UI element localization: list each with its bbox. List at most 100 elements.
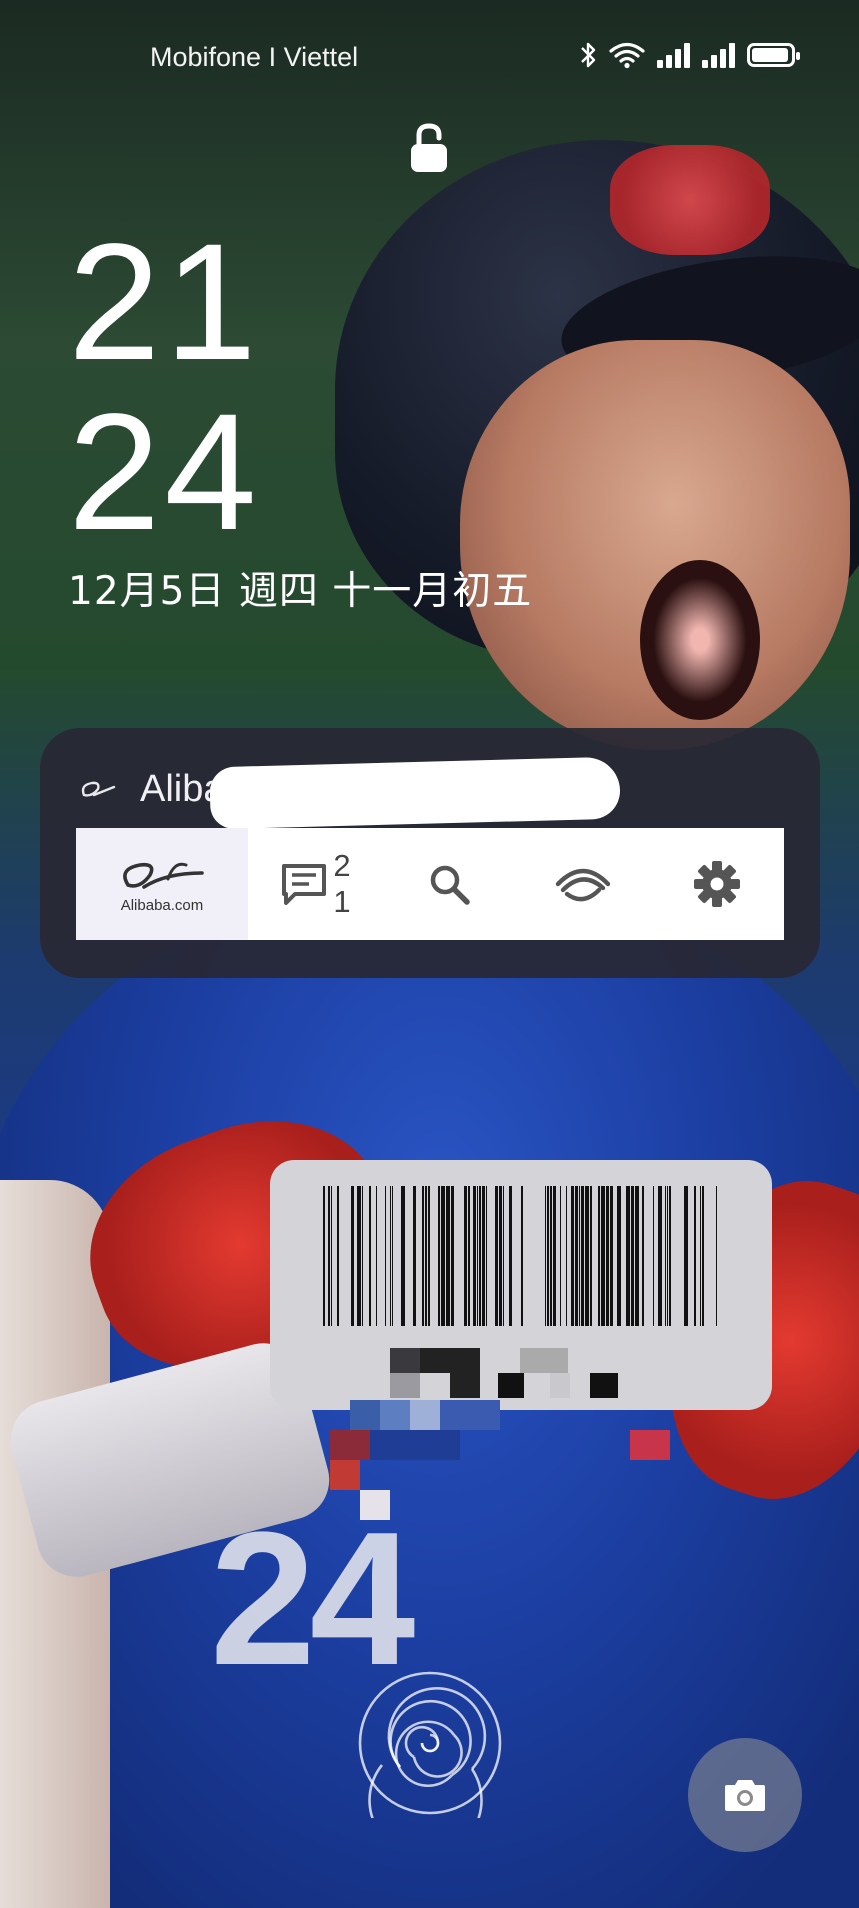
signal-icon	[657, 42, 690, 68]
barcode-icon	[323, 1186, 717, 1326]
barcode-bar	[413, 1186, 416, 1326]
clock-hours: 21	[68, 210, 261, 395]
barcode-bar	[425, 1186, 427, 1326]
barcode-bar	[626, 1186, 630, 1326]
search-icon	[430, 865, 470, 905]
barcode-bar	[509, 1186, 512, 1326]
barcode-bar	[553, 1186, 556, 1326]
status-bar: Mobifone I Viettel	[0, 0, 859, 110]
barcode-bar	[331, 1186, 332, 1326]
wifi-icon	[609, 42, 645, 69]
barcode-bar	[477, 1186, 478, 1326]
signal-icon	[702, 42, 735, 68]
barcode-bar	[545, 1186, 546, 1326]
search-button[interactable]	[382, 828, 516, 940]
barcode-bar	[385, 1186, 386, 1326]
barcode-bar	[468, 1186, 470, 1326]
gear-icon	[694, 861, 740, 907]
barcode-bar	[486, 1186, 487, 1326]
barcode-bar	[635, 1186, 639, 1326]
barcode-bar	[328, 1186, 330, 1326]
barcode-bar	[669, 1186, 671, 1326]
camera-button[interactable]	[688, 1738, 802, 1852]
messages-button[interactable]: 2 1	[248, 828, 382, 940]
messages-group: 2 1	[279, 848, 351, 920]
barcode-bar	[642, 1186, 644, 1326]
redaction-mark	[209, 756, 621, 830]
barcode-bar	[503, 1186, 504, 1326]
message-icon	[282, 864, 327, 905]
barcode-bar	[451, 1186, 454, 1326]
clock-minutes: 24	[68, 380, 261, 565]
barcode-bar	[464, 1186, 467, 1326]
barcode-card[interactable]	[270, 1160, 772, 1410]
barcode-bar	[667, 1186, 668, 1326]
lockscreen-date: 12月5日 週四 十一月初五	[68, 569, 533, 614]
barcode-bar	[665, 1186, 666, 1326]
barcode-bar	[479, 1186, 481, 1326]
barcode-bar	[606, 1186, 609, 1326]
barcode-bar	[446, 1186, 450, 1326]
wallpaper-helmet-logo	[610, 145, 770, 255]
barcode-bar	[495, 1186, 498, 1326]
barcode-bar	[473, 1186, 476, 1326]
barcode-bar	[376, 1186, 377, 1326]
barcode-bar	[653, 1186, 654, 1326]
barcode-bar	[441, 1186, 445, 1326]
barcode-bar	[700, 1186, 701, 1326]
message-count: 2 1	[333, 848, 350, 920]
settings-button[interactable]	[650, 828, 784, 940]
barcode-bar	[422, 1186, 424, 1326]
camera-icon	[725, 1780, 765, 1811]
barcode-bar	[617, 1186, 621, 1326]
message-count-line2: 1	[333, 884, 351, 919]
alibaba-home-button[interactable]: Alibaba.com	[76, 828, 248, 940]
barcode-bar	[601, 1186, 605, 1326]
barcode-bar	[590, 1186, 592, 1326]
barcode-bar	[428, 1186, 430, 1326]
eye-scan-icon	[555, 868, 611, 902]
carrier-label: Mobifone I Viettel	[150, 42, 359, 72]
barcode-bar	[369, 1186, 371, 1326]
alibaba-logo-icon	[123, 862, 204, 889]
barcode-bar	[547, 1186, 549, 1326]
barcode-bar	[357, 1186, 361, 1326]
barcode-bar	[482, 1186, 485, 1326]
barcode-bar	[575, 1186, 578, 1326]
barcode-bar	[560, 1186, 561, 1326]
message-count-line1: 2	[333, 848, 351, 883]
barcode-bar	[694, 1186, 696, 1326]
alibaba-notification[interactable]: Aliba Alibaba.com 2 1	[40, 728, 820, 978]
barcode-bar	[571, 1186, 574, 1326]
wallpaper-mouth	[640, 560, 760, 720]
barcode-bar	[684, 1186, 688, 1326]
bluetooth-icon	[581, 42, 596, 68]
barcode-bar	[581, 1186, 584, 1326]
pixelated-redaction	[390, 1348, 630, 1398]
alibaba-wordmark: Alibaba.com	[120, 896, 204, 914]
pixelated-mosaic	[330, 1400, 700, 1550]
barcode-bar	[337, 1186, 339, 1326]
fingerprint-icon[interactable]	[355, 1668, 505, 1818]
barcode-bar	[566, 1186, 567, 1326]
barcode-bar	[585, 1186, 589, 1326]
barcode-bar	[610, 1186, 613, 1326]
barcode-bar	[598, 1186, 600, 1326]
barcode-bar	[438, 1186, 440, 1326]
barcode-bar	[323, 1186, 325, 1326]
notification-header: Aliba	[78, 768, 225, 811]
battery-icon	[747, 43, 800, 67]
scan-button[interactable]	[516, 828, 650, 940]
unlocked-padlock-icon[interactable]	[408, 122, 450, 174]
alibaba-logo-icon	[81, 781, 116, 797]
barcode-bar	[351, 1186, 354, 1326]
barcode-bar	[390, 1186, 391, 1326]
barcode-bar	[550, 1186, 552, 1326]
lockscreen-clock: 21 24	[68, 218, 261, 558]
battery-level	[752, 48, 788, 62]
status-icons	[579, 40, 800, 70]
barcode-bar	[392, 1186, 393, 1326]
barcode-bar	[702, 1186, 704, 1326]
barcode-bar	[579, 1186, 580, 1326]
barcode-bar	[401, 1186, 405, 1326]
